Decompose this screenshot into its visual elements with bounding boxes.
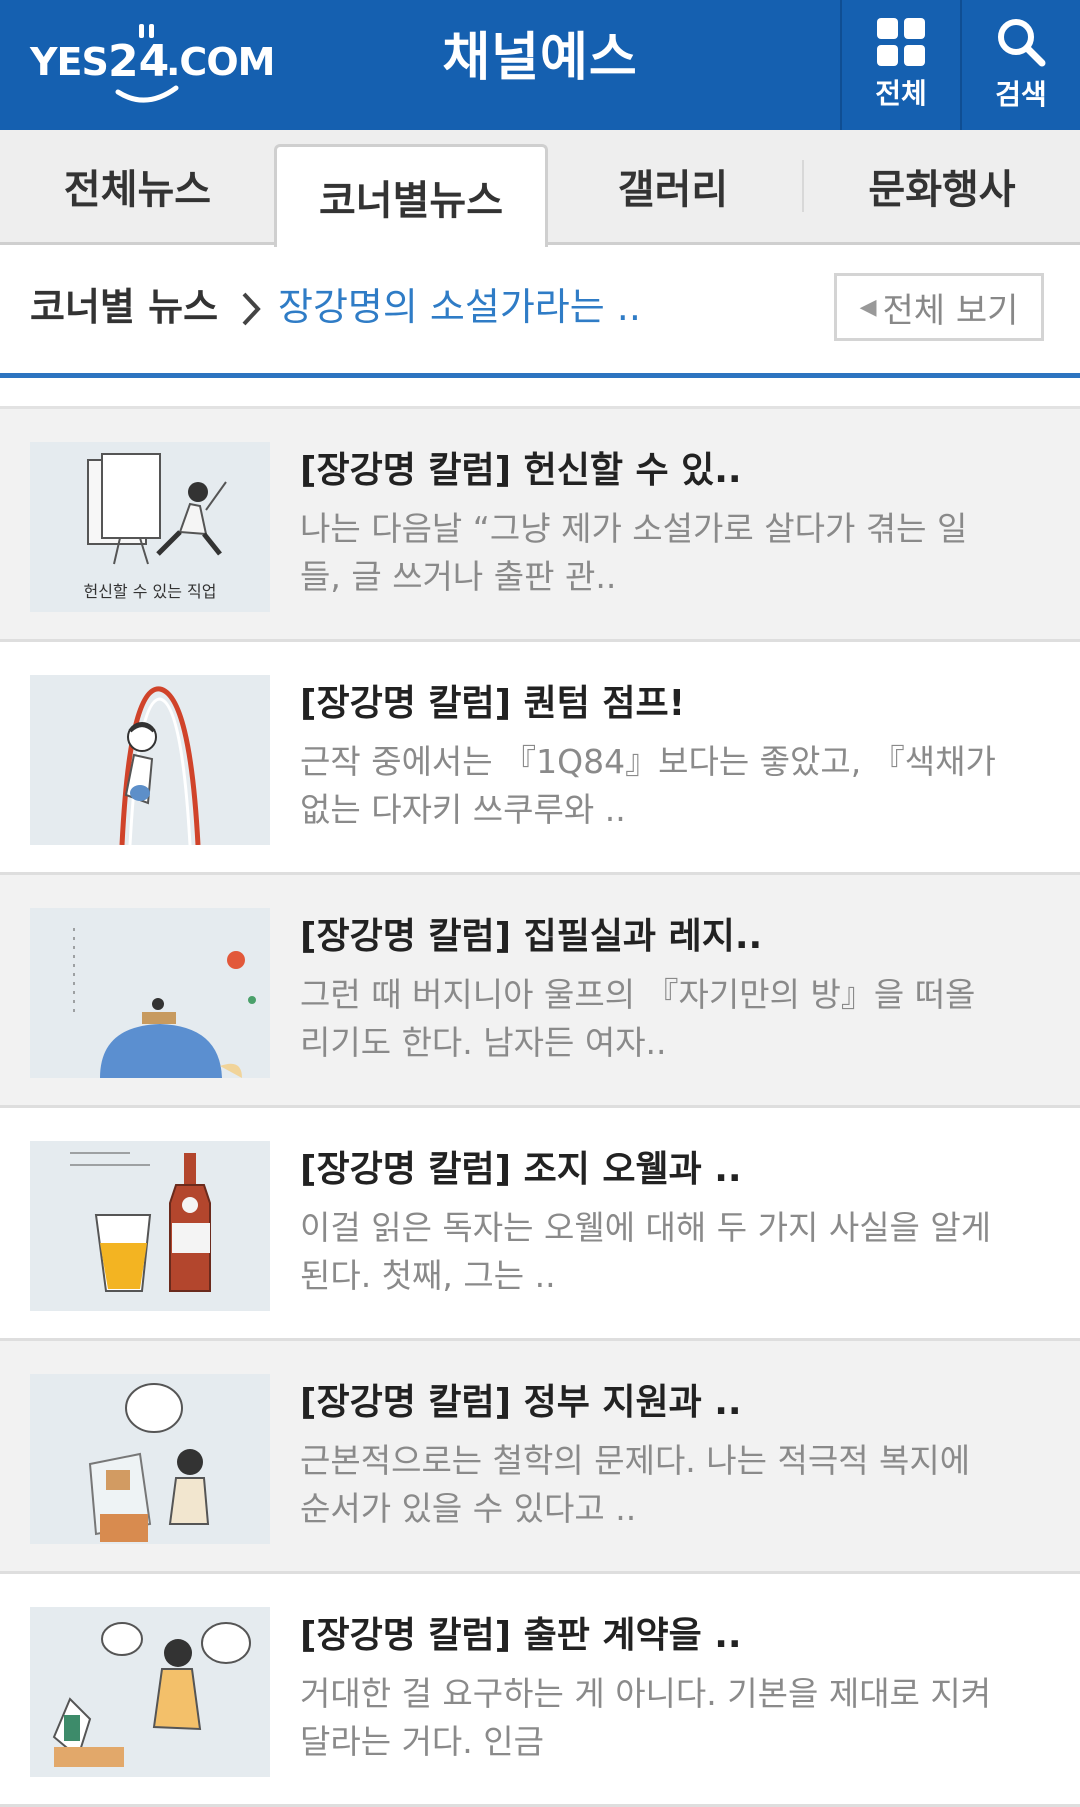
illustration-display-case [30, 1374, 270, 1544]
search-label: 검색 [995, 78, 1047, 111]
breadcrumb: 코너별 뉴스 장강명의 소설가라는 .. ◀ 전체 보기 [0, 245, 1080, 378]
article-thumbnail[interactable]: 헌신할 수 있는 직업 [30, 442, 270, 612]
breadcrumb-current: 장강명의 소설가라는 .. [278, 285, 641, 329]
article-thumbnail[interactable] [30, 1607, 270, 1777]
all-menu-label: 전체 [875, 77, 927, 110]
article-title[interactable]: [장강명 칼럼] 출판 계약을 .. [300, 1606, 742, 1658]
article-list: 헌신할 수 있는 직업 [장강명 칼럼] 헌신할 수 있.. 나는 다음날 “그… [0, 409, 1080, 1807]
tab-all-news[interactable]: 전체뉴스 [0, 130, 275, 242]
article-title[interactable]: [장강명 칼럼] 퀀텀 점프! [300, 674, 685, 726]
tab-culture-events[interactable]: 문화행사 [804, 130, 1080, 242]
article-title[interactable]: [장강명 칼럼] 정부 지원과 .. [300, 1373, 742, 1425]
illustration-book-person: 헌신할 수 있는 직업 [30, 442, 270, 612]
article-title[interactable]: [장강명 칼럼] 조지 오웰과 .. [300, 1140, 742, 1192]
view-all-button[interactable]: ◀ 전체 보기 [834, 273, 1044, 341]
top-bar: YES 24 .COM 채널예스 전체 검색 [0, 0, 1080, 130]
grid-icon [877, 18, 925, 66]
list-item[interactable]: [장강명 칼럼] 정부 지원과 .. 근본적으로는 철학의 문제다. 나는 적극… [0, 1341, 1080, 1574]
news-tabs: 전체뉴스 코너별뉴스 갤러리 문화행사 [0, 130, 1080, 247]
article-summary: 그런 때 버지니아 울프의 『자기만의 방』을 떠올리기도 한다. 남자든 여자… [300, 975, 976, 1062]
list-item[interactable]: [장강명 칼럼] 집필실과 레지.. 그런 때 버지니아 울프의 『자기만의 방… [0, 875, 1080, 1108]
article-thumbnail[interactable] [30, 908, 270, 1078]
article-thumbnail[interactable] [30, 1141, 270, 1311]
article-summary: 거대한 걸 요구하는 게 아니다. 기본을 제대로 지켜 달라는 거다. 인금 [300, 1674, 992, 1761]
list-item[interactable]: [장강명 칼럼] 퀀텀 점프! 근작 중에서는 『1Q84』보다는 좋았고, 『… [0, 642, 1080, 875]
all-menu-button[interactable]: 전체 [840, 0, 960, 130]
article-summary: 근본적으로는 철학의 문제다. 나는 적극적 복지에 순서가 있을 수 있다고 … [300, 1441, 971, 1528]
list-item[interactable]: [장강명 칼럼] 조지 오웰과 .. 이걸 읽은 독자는 오웰에 대해 두 가지… [0, 1108, 1080, 1341]
list-item[interactable]: 헌신할 수 있는 직업 [장강명 칼럼] 헌신할 수 있.. 나는 다음날 “그… [0, 409, 1080, 642]
breadcrumb-root[interactable]: 코너별 뉴스 [30, 245, 218, 369]
view-all-label: 전체 보기 [882, 290, 1019, 331]
article-title[interactable]: [장강명 칼럼] 집필실과 레지.. [300, 907, 762, 959]
article-summary: 나는 다음날 “그냥 제가 소설가로 살다가 겪는 일들, 글 쓰거나 출판 관… [300, 509, 968, 596]
list-item[interactable]: [장강명 칼럼] 출판 계약을 .. 거대한 걸 요구하는 게 아니다. 기본을… [0, 1574, 1080, 1807]
chevron-right-icon [242, 292, 261, 326]
article-thumbnail[interactable] [30, 1374, 270, 1544]
illustration-globe-desk [30, 908, 270, 1078]
thumb-caption: 헌신할 수 있는 직업 [83, 582, 216, 601]
article-title[interactable]: [장강명 칼럼] 헌신할 수 있.. [300, 441, 742, 493]
chevron-left-icon: ◀ [859, 294, 877, 320]
illustration-book-shop [30, 1607, 270, 1777]
search-button[interactable]: 검색 [960, 0, 1080, 130]
tab-corner-news[interactable]: 코너별뉴스 [274, 144, 548, 247]
article-summary: 이걸 읽은 독자는 오웰에 대해 두 가지 사실을 알게 된다. 첫째, 그는 … [300, 1208, 992, 1295]
article-thumbnail[interactable] [30, 675, 270, 845]
search-icon [998, 19, 1046, 67]
tab-gallery[interactable]: 갤러리 [542, 130, 804, 242]
illustration-beer-bottle [30, 1141, 270, 1311]
illustration-pole-vault [30, 675, 270, 845]
list-spacer [0, 378, 1080, 409]
article-summary: 근작 중에서는 『1Q84』보다는 좋았고, 『색채가 없는 다자키 쓰쿠루와 … [300, 742, 996, 829]
